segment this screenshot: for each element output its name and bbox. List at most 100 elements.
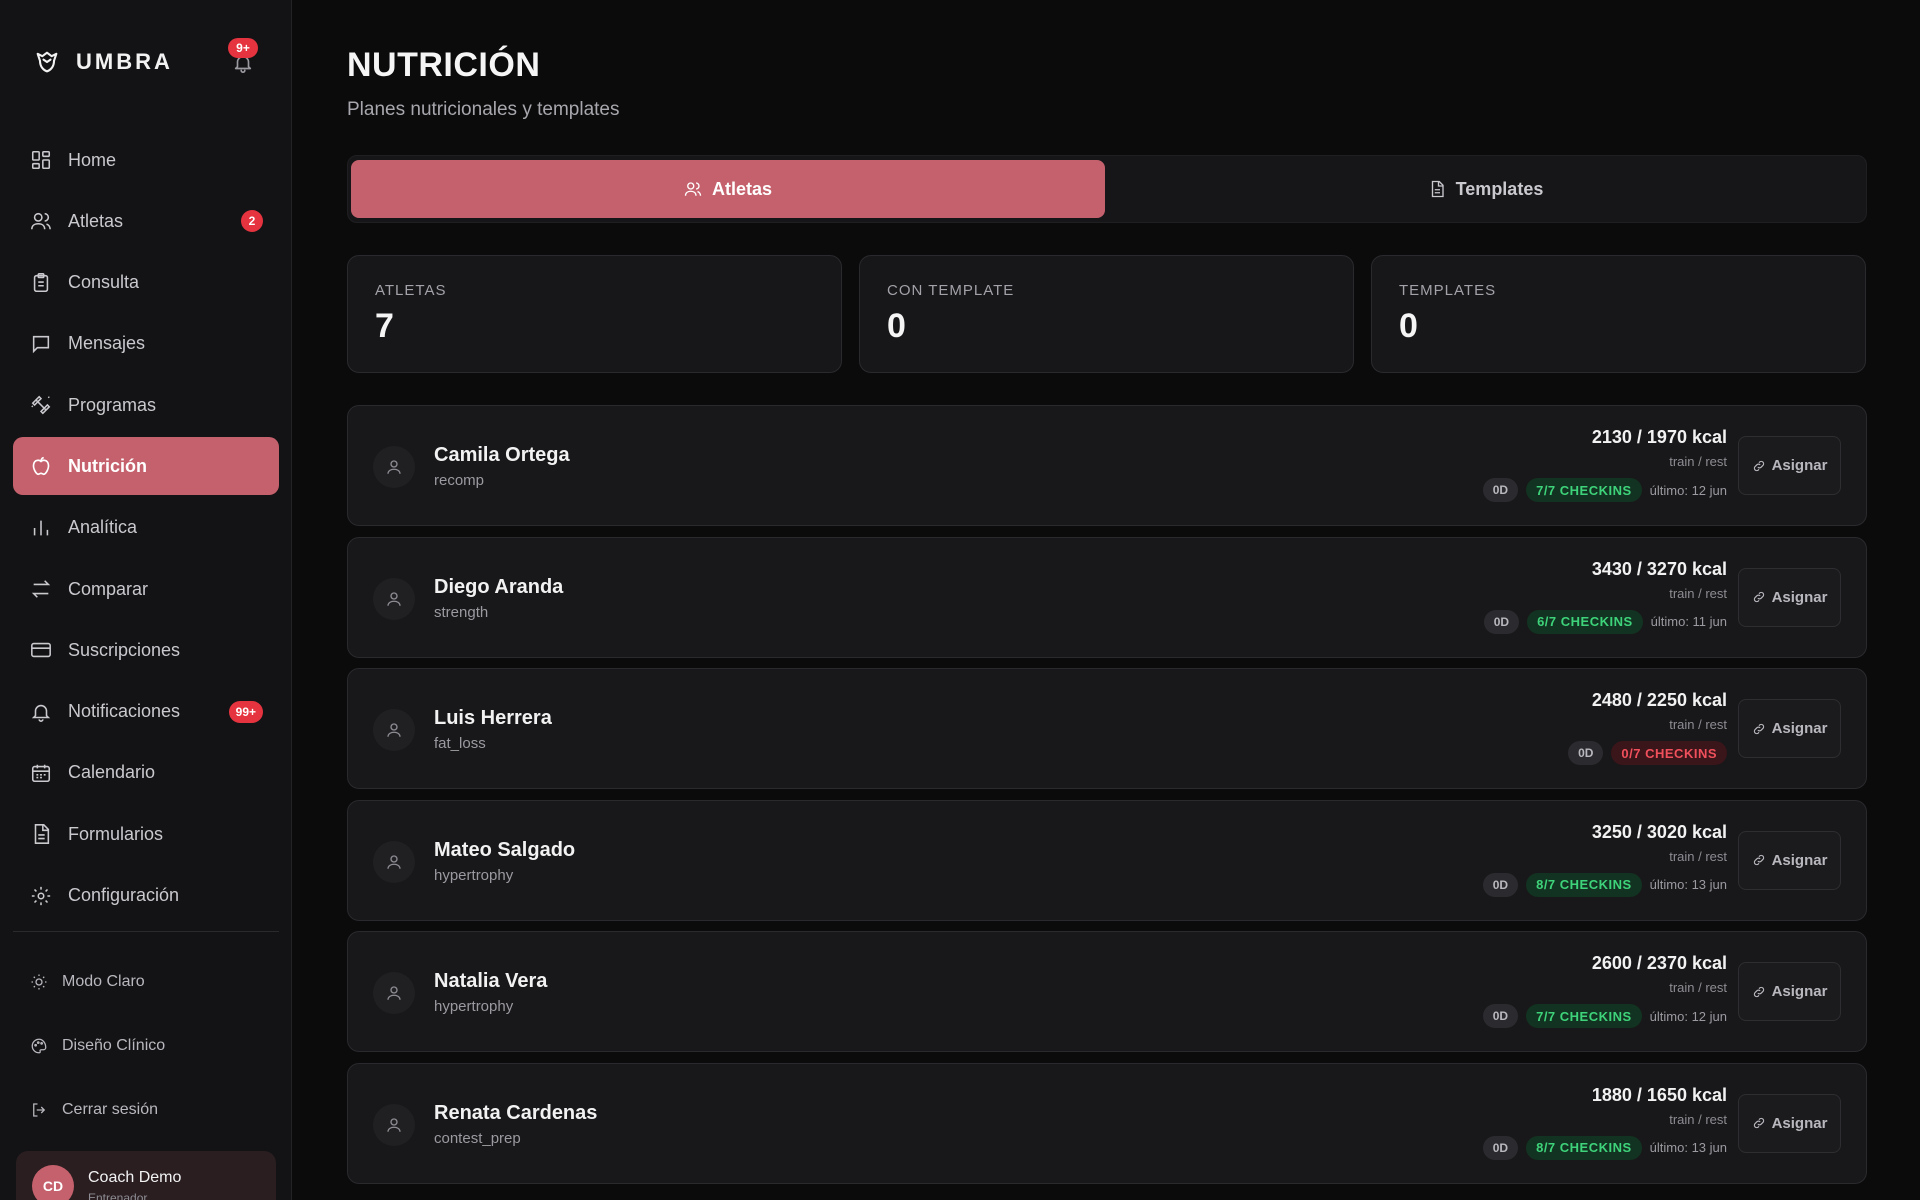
brand[interactable]: UMBRA — [32, 44, 173, 80]
stat-value: 0 — [1399, 307, 1418, 345]
sidebar-item-home[interactable]: Home — [13, 131, 279, 189]
athlete-goal: recomp — [434, 472, 485, 489]
avatar — [373, 709, 415, 751]
tab-label: Templates — [1455, 178, 1544, 199]
athlete-tags: 0D 0/7 CHECKINS — [1568, 741, 1727, 765]
assign-label: Asignar — [1771, 457, 1828, 474]
users-icon — [684, 182, 702, 196]
sidebar-item-label: Programas — [68, 394, 157, 415]
coach-profile[interactable]: CD Coach Demo Entrenador — [16, 1151, 276, 1200]
assign-button[interactable]: Asignar — [1738, 962, 1841, 1021]
bar-chart-icon — [33, 520, 49, 536]
sidebar-item-consulta[interactable]: Consulta — [13, 254, 279, 312]
checkins-badge: 8/7 CHECKINS — [1526, 872, 1642, 897]
athlete-tags: 0D 7/7 CHECKINS último: 12 jun — [1482, 1004, 1727, 1028]
athlete-row[interactable]: Renata Cardenas contest_prep 1880 / 1650… — [347, 1062, 1867, 1184]
light-mode-label: Modo Claro — [62, 973, 145, 990]
od-badge: 0D — [1568, 741, 1604, 765]
assign-button[interactable]: Asignar — [1738, 436, 1841, 495]
sidebar-item-notificaciones[interactable]: Notificaciones 99+ — [13, 683, 279, 741]
logout-button[interactable]: Cerrar sesión — [30, 1095, 270, 1125]
od-badge: 0D — [1482, 1004, 1519, 1028]
sidebar-item-label: Nutrición — [68, 455, 147, 476]
sidebar-item-atletas[interactable]: Atletas 2 — [13, 192, 279, 250]
notifications-badge: 9+ — [228, 38, 258, 58]
train-rest-label: train / rest — [1669, 848, 1727, 864]
checkins-badge: 0/7 CHECKINS — [1611, 741, 1727, 765]
sidebar: UMBRA 9+ Home Atletas 2 Consulta Mensaje… — [0, 0, 292, 1200]
link-icon — [1753, 986, 1764, 997]
athlete-kcal: 2480 / 2250 kcal — [1591, 690, 1727, 710]
athlete-tags: 0D 6/7 CHECKINS último: 11 jun — [1483, 609, 1727, 634]
athlete-kcal: 3250 / 3020 kcal — [1591, 821, 1727, 842]
athlete-name: Renata Cardenas — [434, 1101, 598, 1124]
user-icon — [387, 460, 401, 474]
tab-templates[interactable]: Templates — [1108, 160, 1863, 218]
sidebar-item-analitica[interactable]: Analítica — [13, 499, 279, 557]
checkins-badge: 8/7 CHECKINS — [1526, 1135, 1642, 1160]
message-icon — [32, 335, 50, 354]
sidebar-item-suscripciones[interactable]: Suscripciones — [13, 621, 279, 679]
sidebar-item-formularios[interactable]: Formularios — [13, 805, 279, 863]
sidebar-divider — [13, 931, 279, 932]
assign-button[interactable]: Asignar — [1738, 567, 1841, 627]
stat-label: TEMPLATES — [1399, 282, 1497, 299]
athlete-row[interactable]: Camila Ortega recomp 2130 / 1970 kcal tr… — [347, 405, 1867, 526]
assign-label: Asignar — [1771, 720, 1828, 737]
sidebar-item-label: Comparar — [68, 578, 149, 599]
athlete-name: Camila Ortega — [434, 444, 570, 466]
sidebar-item-label: Calendario — [68, 762, 156, 783]
coach-role: Entrenador — [88, 1191, 148, 1200]
athlete-kcal: 3430 / 3270 kcal — [1591, 558, 1727, 579]
coach-name: Coach Demo — [88, 1169, 182, 1186]
athlete-goal: hypertrophy — [434, 998, 514, 1015]
checkins-badge: 7/7 CHECKINS — [1526, 478, 1642, 502]
athlete-goal: hypertrophy — [434, 866, 514, 884]
athlete-kcal: 2600 / 2370 kcal — [1591, 953, 1727, 973]
avatar: CD — [32, 1165, 74, 1200]
sidebar-item-calendario[interactable]: Calendario — [13, 744, 279, 802]
sidebar-item-label: Home — [68, 149, 117, 170]
last-checkin: último: 12 jun — [1649, 482, 1727, 498]
sidebar-item-mensajes[interactable]: Mensajes — [13, 315, 279, 373]
athlete-name: Luis Herrera — [434, 707, 552, 729]
sidebar-item-nutricion[interactable]: Nutrición — [13, 437, 279, 496]
athlete-row[interactable]: Diego Aranda strength 3430 / 3270 kcal t… — [347, 536, 1867, 658]
sidebar-item-label: Formularios — [68, 823, 164, 844]
athlete-row[interactable]: Natalia Vera hypertrophy 2600 / 2370 kca… — [347, 931, 1867, 1052]
stat-card-with-template: CON TEMPLATE 0 — [859, 255, 1354, 373]
stat-value: 7 — [375, 307, 394, 345]
light-mode-toggle[interactable]: Modo Claro — [30, 967, 270, 997]
umbra-logo-icon — [32, 47, 62, 77]
athlete-goal: strength — [434, 603, 489, 621]
assign-button[interactable]: Asignar — [1738, 1093, 1841, 1153]
athlete-kcal: 1880 / 1650 kcal — [1591, 1084, 1727, 1105]
avatar — [373, 577, 415, 620]
athlete-goal: contest_prep — [434, 1129, 521, 1147]
avatar — [373, 840, 415, 883]
sidebar-item-label: Analítica — [68, 517, 138, 538]
assign-button[interactable]: Asignar — [1738, 830, 1841, 890]
sidebar-item-label: Configuración — [68, 885, 180, 906]
athlete-row[interactable]: Mateo Salgado hypertrophy 3250 / 3020 kc… — [347, 799, 1867, 921]
sidebar-item-comparar[interactable]: Comparar — [13, 560, 279, 618]
page-title: NUTRICIÓN — [347, 46, 541, 84]
notifications-count-badge: 99+ — [228, 700, 263, 723]
athlete-row[interactable]: Luis Herrera fat_loss 2480 / 2250 kcal t… — [347, 668, 1867, 789]
athlete-name: Natalia Vera — [434, 970, 548, 992]
grid-icon — [31, 150, 51, 170]
train-rest-label: train / rest — [1669, 1111, 1727, 1127]
od-badge: 0D — [1482, 1135, 1519, 1160]
tab-atletas[interactable]: Atletas — [351, 160, 1105, 218]
clinical-design-toggle[interactable]: Diseño Clínico — [30, 1031, 270, 1061]
athlete-tags: 0D 7/7 CHECKINS último: 12 jun — [1482, 478, 1727, 502]
page-subtitle: Planes nutricionales y templates — [347, 99, 620, 120]
sidebar-item-programas[interactable]: Programas — [13, 376, 279, 434]
od-badge: 0D — [1482, 872, 1519, 897]
athlete-tags: 0D 8/7 CHECKINS último: 13 jun — [1482, 872, 1727, 897]
assign-button[interactable]: Asignar — [1738, 699, 1841, 758]
stat-label: CON TEMPLATE — [887, 282, 1015, 299]
user-icon — [387, 854, 401, 869]
user-icon — [387, 986, 401, 1000]
sidebar-item-configuracion[interactable]: Configuración — [13, 867, 279, 925]
